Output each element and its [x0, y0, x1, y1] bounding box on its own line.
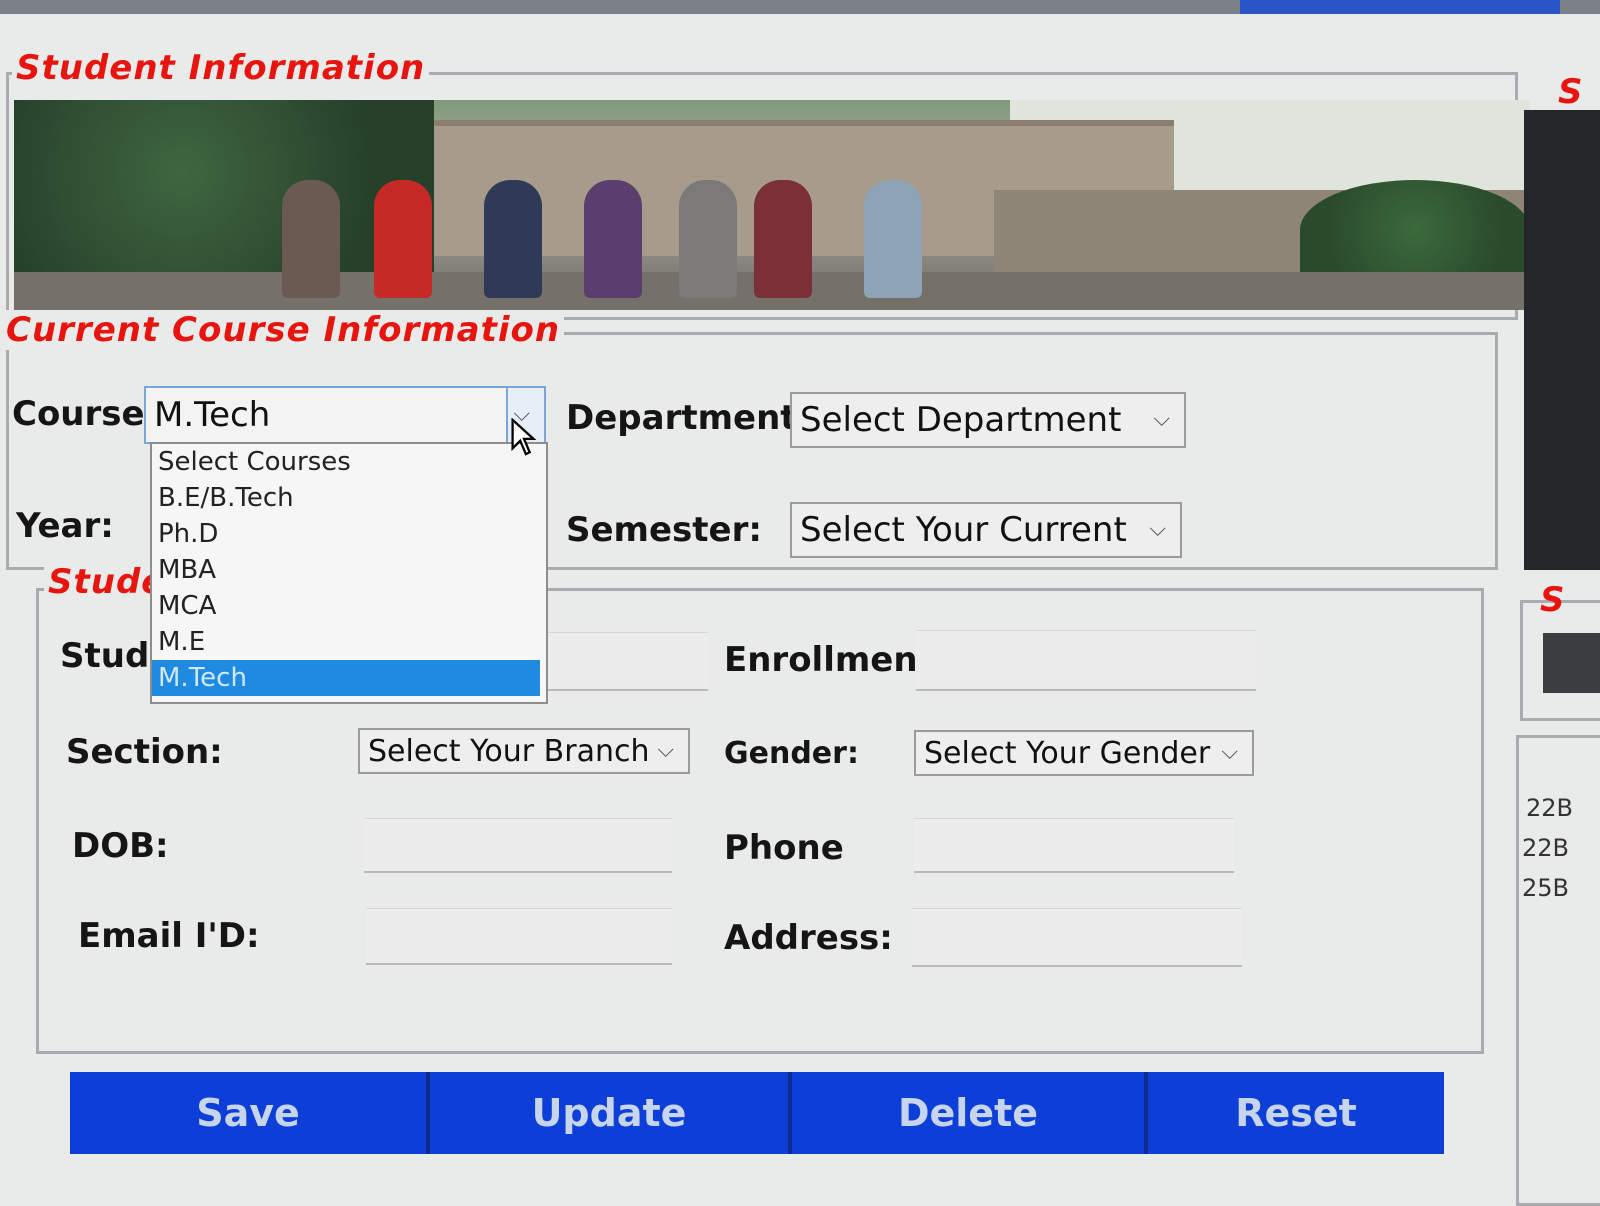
- year-label: Year:: [16, 506, 114, 546]
- student-information-title: Student Information: [12, 48, 430, 88]
- enrollment-field[interactable]: [916, 630, 1256, 691]
- banner-person: [754, 180, 812, 298]
- course-dropdown-list[interactable]: Select Courses B.E/B.Tech Ph.D MBA MCA M…: [150, 442, 548, 704]
- side-box-dark-area: [1543, 633, 1600, 693]
- gender-label: Gender:: [724, 736, 859, 771]
- section-combobox-value: Select Your Branch: [368, 733, 650, 769]
- mouse-pointer-icon: [511, 418, 537, 456]
- chevron-down-icon: ⌵: [1149, 516, 1166, 542]
- department-combobox-value: Select Department: [800, 400, 1122, 440]
- address-label: Address:: [724, 918, 893, 958]
- phone-label: Phone: [724, 828, 844, 868]
- course-label: Course: [12, 394, 145, 434]
- course-option[interactable]: Select Courses: [152, 444, 546, 480]
- banner-person: [374, 180, 432, 298]
- course-combobox[interactable]: M.Tech ⌵: [144, 386, 546, 444]
- side-dark-panel: [1524, 110, 1600, 570]
- course-option[interactable]: B.E/B.Tech: [152, 480, 546, 516]
- dob-field[interactable]: [364, 818, 672, 873]
- department-combobox[interactable]: Select Department ⌵: [790, 392, 1186, 448]
- email-label: Email I'D:: [78, 916, 260, 956]
- section-label: Section:: [66, 732, 223, 772]
- course-information-title: Current Course Information: [2, 310, 565, 350]
- banner-person: [864, 180, 922, 298]
- banner-person: [484, 180, 542, 298]
- course-option[interactable]: MCA: [152, 588, 546, 624]
- banner-person: [282, 180, 340, 298]
- banner-person: [679, 180, 737, 298]
- save-button[interactable]: Save: [70, 1072, 430, 1154]
- course-option[interactable]: Ph.D: [152, 516, 546, 552]
- gender-combobox-value: Select Your Gender: [924, 735, 1211, 771]
- side-list-item[interactable]: 25B: [1522, 874, 1569, 902]
- enrollment-label: Enrollment: [724, 640, 934, 680]
- side-list-item[interactable]: 22B: [1522, 834, 1569, 862]
- campus-banner-image: [14, 100, 1530, 310]
- course-combobox-value: M.Tech: [154, 395, 271, 435]
- banner-tree-right: [1300, 180, 1530, 280]
- side-panel-title-fragment: S: [1558, 72, 1583, 112]
- delete-button[interactable]: Delete: [792, 1072, 1148, 1154]
- banner-tree-left: [14, 100, 434, 280]
- email-field[interactable]: [366, 908, 672, 965]
- chevron-down-icon: ⌵: [1153, 406, 1170, 432]
- course-option-selected[interactable]: M.Tech: [152, 660, 540, 696]
- side-list-item[interactable]: 22B: [1526, 794, 1573, 822]
- update-button[interactable]: Update: [430, 1072, 792, 1154]
- side-box-title-fragment: S: [1540, 580, 1565, 620]
- section-combobox[interactable]: Select Your Branch ⌵: [358, 728, 690, 774]
- course-option[interactable]: M.E: [152, 624, 546, 660]
- reset-button[interactable]: Reset: [1148, 1072, 1444, 1154]
- semester-label: Semester:: [566, 510, 762, 550]
- chevron-down-icon: ⌵: [1221, 739, 1238, 765]
- course-option[interactable]: MBA: [152, 552, 546, 588]
- header-blue-strip: [1240, 0, 1560, 14]
- banner-person: [584, 180, 642, 298]
- gender-combobox[interactable]: Select Your Gender ⌵: [914, 730, 1254, 776]
- department-label: Department: [566, 398, 797, 438]
- student-name-field[interactable]: [548, 632, 708, 691]
- window-top-edge: [0, 0, 1600, 14]
- semester-combobox[interactable]: Select Your Current ⌵: [790, 502, 1182, 558]
- address-field[interactable]: [912, 908, 1242, 967]
- phone-field[interactable]: [914, 818, 1234, 873]
- chevron-down-icon: ⌵: [657, 737, 674, 763]
- semester-combobox-value: Select Your Current: [800, 510, 1127, 550]
- dob-label: DOB:: [72, 826, 169, 866]
